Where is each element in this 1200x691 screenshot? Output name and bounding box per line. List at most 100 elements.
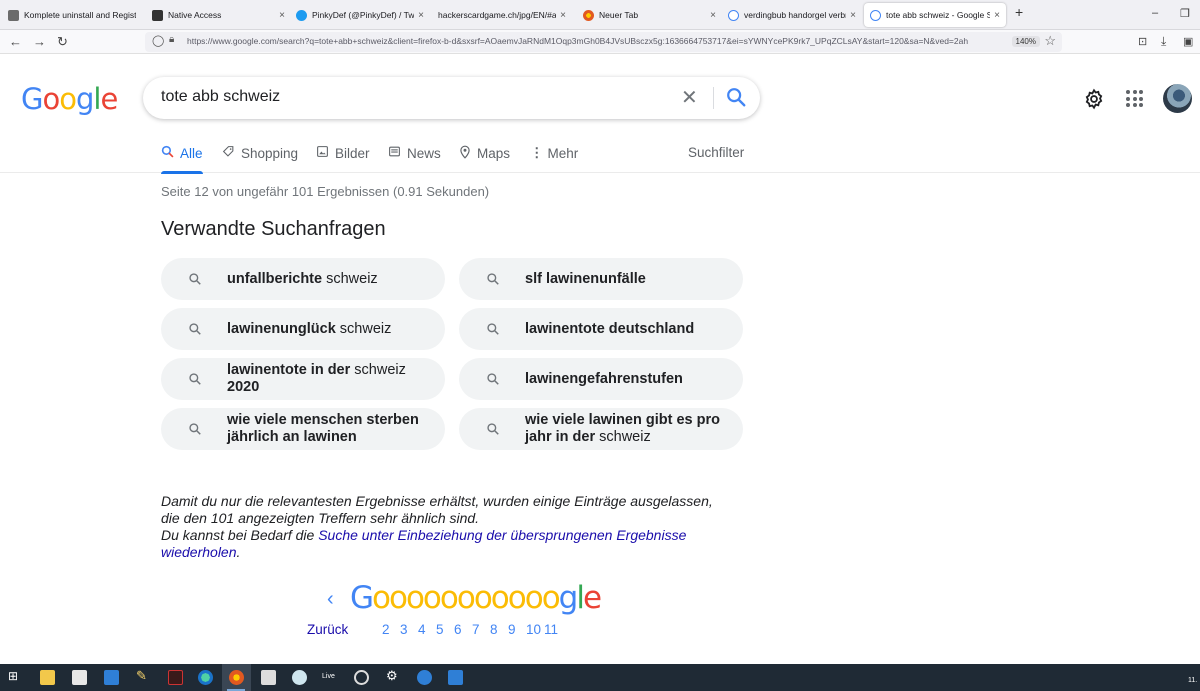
lock-icon[interactable]: 🔒︎ bbox=[169, 34, 174, 45]
browser-tab[interactable]: hackerscardgame.ch/jpg/EN/#a12 × bbox=[432, 3, 572, 27]
related-search-chip[interactable]: lawinentote deutschland bbox=[459, 308, 743, 350]
app-icon[interactable] bbox=[261, 670, 276, 685]
app-icon[interactable] bbox=[417, 670, 432, 685]
tab-all[interactable]: Alle bbox=[161, 145, 203, 174]
page-link[interactable]: 5 bbox=[436, 622, 454, 637]
google-apps-icon[interactable] bbox=[1126, 90, 1143, 107]
related-search-chip[interactable]: slf lawinenunfälle bbox=[459, 258, 743, 300]
page-link[interactable]: 4 bbox=[418, 622, 436, 637]
forward-arrow-icon[interactable]: → bbox=[33, 34, 46, 49]
windows-taskbar: ⊞ ✎ Live ⚙ 11. bbox=[0, 664, 1200, 691]
browser-tab-active[interactable]: tote abb schweiz - Google Such × bbox=[864, 3, 1006, 27]
app-icon[interactable] bbox=[168, 670, 183, 685]
obs-icon[interactable] bbox=[354, 670, 369, 685]
tab-images[interactable]: Bilder bbox=[316, 145, 370, 161]
tab-shopping[interactable]: Shopping bbox=[222, 145, 298, 161]
clear-search-icon[interactable]: ✕ bbox=[681, 85, 698, 110]
google-favicon-icon bbox=[870, 9, 881, 21]
page-link[interactable]: 7 bbox=[472, 622, 490, 637]
browser-tab[interactable]: verdingbub handorgel verbrenn × bbox=[722, 3, 862, 27]
page-link[interactable]: 10 bbox=[526, 622, 544, 637]
tab-maps[interactable]: Maps bbox=[459, 145, 510, 162]
app-icon[interactable] bbox=[292, 670, 307, 685]
page-link[interactable]: 8 bbox=[490, 622, 508, 637]
close-tab-icon[interactable]: × bbox=[710, 10, 716, 21]
related-search-chip[interactable]: lawinenunglück schweiz bbox=[161, 308, 445, 350]
close-tab-icon[interactable]: × bbox=[279, 10, 285, 21]
address-bar[interactable]: ◯ 🔒︎ https://www.google.com/search?q=tot… bbox=[145, 32, 1062, 52]
chip-label: lawinentote deutschland bbox=[525, 320, 695, 337]
tab-title: tote abb schweiz - Google Such bbox=[886, 10, 991, 20]
map-pin-icon bbox=[459, 145, 471, 162]
page-link[interactable]: 11 bbox=[544, 622, 562, 637]
settings-gear-icon[interactable] bbox=[1083, 88, 1105, 115]
search-icon bbox=[188, 272, 202, 291]
tab-label: News bbox=[407, 145, 441, 161]
page-link[interactable]: 3 bbox=[400, 622, 418, 637]
close-tab-icon[interactable]: × bbox=[560, 10, 566, 21]
restore-icon[interactable]: ❐ bbox=[1180, 7, 1190, 20]
page-link[interactable]: 9 bbox=[508, 622, 526, 637]
store-icon[interactable] bbox=[72, 670, 87, 685]
reload-icon[interactable]: ↻ bbox=[57, 34, 68, 50]
tab-title: verdingbub handorgel verbrenn bbox=[744, 10, 846, 20]
browser-tab-bar: Komplete uninstall and Registry Native A… bbox=[0, 0, 1200, 30]
mail-icon[interactable] bbox=[104, 670, 119, 685]
pocket-icon[interactable]: ⊡ bbox=[1138, 35, 1147, 48]
avatar[interactable] bbox=[1163, 84, 1192, 113]
new-tab-button[interactable]: + bbox=[1015, 4, 1023, 20]
windows-start-icon[interactable]: ⊞ bbox=[8, 669, 23, 684]
settings-gear-icon[interactable]: ⚙ bbox=[386, 668, 401, 683]
news-icon bbox=[388, 145, 401, 161]
tools-button[interactable]: Suchfilter bbox=[688, 145, 744, 160]
close-tab-icon[interactable]: × bbox=[418, 10, 424, 21]
search-box[interactable]: tote abb schweiz ✕ bbox=[143, 77, 760, 119]
search-icon[interactable] bbox=[725, 86, 747, 113]
chip-label: lawinengefahrenstufen bbox=[525, 370, 683, 387]
bookmark-star-icon[interactable]: ☆ bbox=[1044, 33, 1056, 49]
back-arrow-icon[interactable]: ← bbox=[9, 34, 22, 49]
related-search-chip[interactable]: wie viele menschen sterben jährlich an l… bbox=[161, 408, 445, 450]
browser-tab[interactable]: Native Access × bbox=[146, 3, 291, 27]
related-search-chip[interactable]: lawinentote in der schweiz 2020 bbox=[161, 358, 445, 400]
search-divider bbox=[713, 87, 714, 109]
search-icon bbox=[188, 422, 202, 441]
minimize-icon[interactable]: – bbox=[1152, 7, 1158, 19]
page-link[interactable]: 6 bbox=[454, 622, 472, 637]
tab-news[interactable]: News bbox=[388, 145, 441, 161]
tab-title: Native Access bbox=[168, 10, 222, 20]
zoom-level[interactable]: 140% bbox=[1011, 36, 1040, 47]
browser-tab[interactable]: Neuer Tab × bbox=[577, 3, 722, 27]
tab-favicon-icon bbox=[8, 9, 19, 21]
notice-text: . bbox=[236, 544, 241, 560]
related-search-chip[interactable]: lawinengefahrenstufen bbox=[459, 358, 743, 400]
close-tab-icon[interactable]: × bbox=[850, 10, 856, 21]
live-app-icon[interactable]: Live bbox=[322, 673, 337, 688]
related-search-chip[interactable]: wie viele lawinen gibt es pro jahr in de… bbox=[459, 408, 743, 450]
shield-icon[interactable]: ◯ bbox=[152, 34, 164, 47]
browser-tab[interactable]: Komplete uninstall and Registry bbox=[2, 3, 142, 27]
page-numbers: 2 3 4 5 6 7 8 9 10 11 bbox=[382, 622, 562, 637]
previous-page-link[interactable]: Zurück bbox=[307, 622, 348, 637]
search-nav-tabs: Alle Shopping Bilder News Maps ⋮ Mehr Su… bbox=[0, 140, 1200, 174]
tab-more[interactable]: ⋮ Mehr bbox=[530, 145, 578, 161]
browser-tab[interactable]: PinkyDef (@PinkyDef) / Twitter × bbox=[290, 3, 430, 27]
google-logo[interactable]: Google bbox=[21, 82, 118, 116]
result-stats: Seite 12 von ungefähr 101 Ergebnissen (0… bbox=[161, 184, 490, 199]
outlook-icon[interactable] bbox=[448, 670, 463, 685]
url-text[interactable]: https://www.google.com/search?q=tote+abb… bbox=[187, 36, 1007, 46]
firefox-icon[interactable] bbox=[229, 670, 244, 685]
pen-icon[interactable]: ✎ bbox=[136, 668, 151, 683]
related-search-chip[interactable]: unfallberichte schweiz bbox=[161, 258, 445, 300]
system-clock[interactable]: 11. bbox=[1188, 677, 1197, 684]
edge-icon[interactable] bbox=[198, 670, 213, 685]
page-link[interactable]: 2 bbox=[382, 622, 400, 637]
extension-icon[interactable]: ▣ bbox=[1183, 35, 1193, 48]
close-tab-icon[interactable]: × bbox=[994, 10, 1000, 21]
twitter-icon bbox=[296, 9, 307, 21]
previous-page-chevron-icon[interactable]: ‹ bbox=[327, 588, 334, 611]
tab-title: PinkyDef (@PinkyDef) / Twitter bbox=[312, 10, 415, 20]
file-explorer-icon[interactable] bbox=[40, 670, 55, 685]
search-input[interactable]: tote abb schweiz bbox=[161, 88, 280, 106]
download-icon[interactable]: ⤓ bbox=[1161, 34, 1166, 49]
